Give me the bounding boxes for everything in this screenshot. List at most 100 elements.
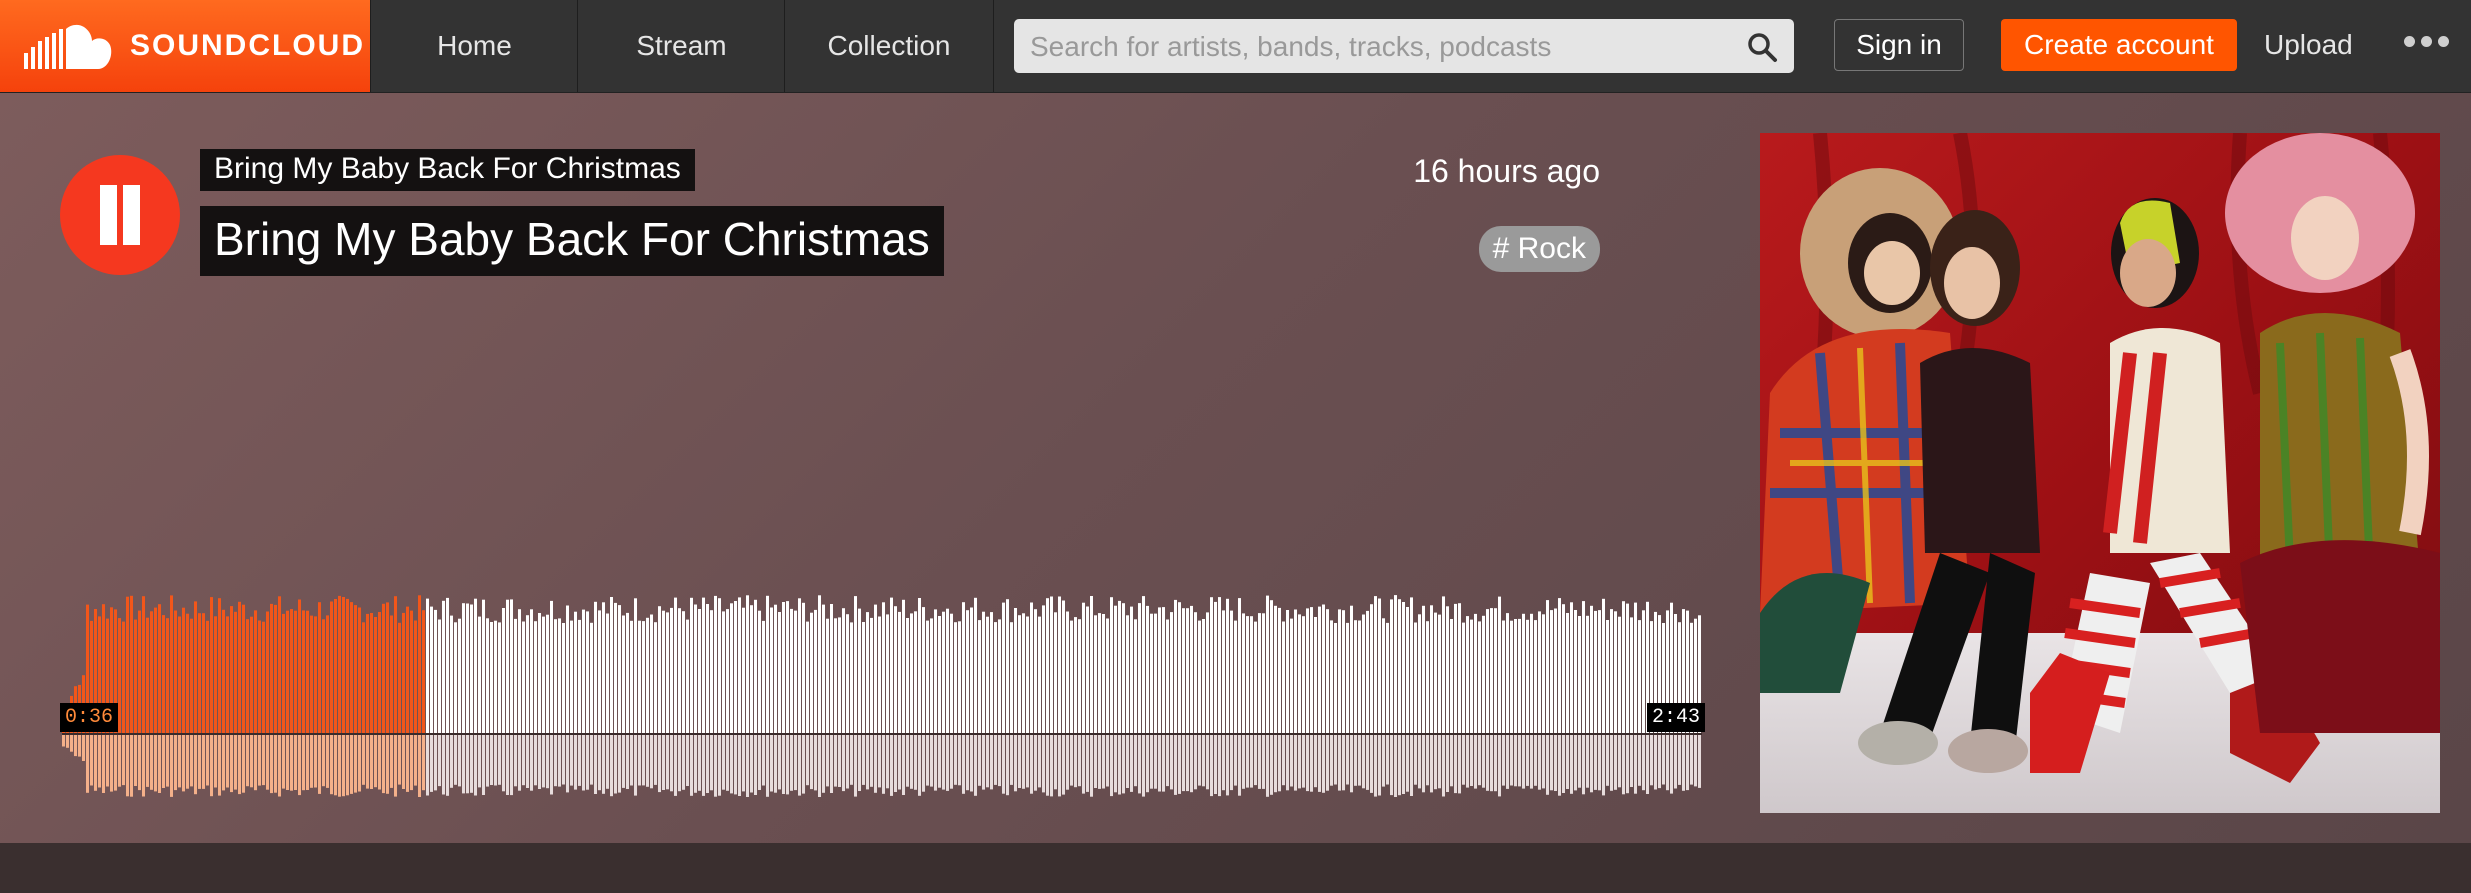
waveform-bar xyxy=(798,598,801,733)
waveform-reflection-bar xyxy=(1030,735,1033,794)
waveform-reflection-bar xyxy=(550,735,553,795)
waveform-bar xyxy=(1306,608,1309,733)
waveform-bar xyxy=(342,597,345,733)
waveform-bar xyxy=(1438,614,1441,733)
waveform-reflection-bar xyxy=(1634,735,1637,794)
waveform-reflection-bar xyxy=(318,735,321,794)
waveform-bar xyxy=(1258,613,1261,733)
waveform-reflection-bar xyxy=(946,735,949,791)
waveform-bar xyxy=(1486,609,1489,733)
waveform-bar xyxy=(950,613,953,733)
waveform-bar xyxy=(1134,619,1137,733)
waveform-bar xyxy=(1322,604,1325,733)
waveform-bar xyxy=(1334,623,1337,733)
waveform-bar xyxy=(1574,610,1577,733)
waveform-bar xyxy=(1042,605,1045,733)
waveform-reflection-bar xyxy=(986,735,989,788)
waveform-bar xyxy=(1138,603,1141,733)
waveform-bar xyxy=(878,616,881,733)
waveform-bar xyxy=(1582,601,1585,733)
waveform-bar xyxy=(1490,608,1493,733)
waveform-bar xyxy=(774,604,777,733)
waveform-reflection-bar xyxy=(830,735,833,793)
search-icon[interactable] xyxy=(1746,31,1778,63)
waveform-bar xyxy=(994,622,997,733)
waveform-bar xyxy=(162,615,165,733)
waveform-bar xyxy=(198,613,201,733)
waveform-bar xyxy=(566,605,569,733)
create-account-button[interactable]: Create account xyxy=(2001,19,2237,71)
waveform-reflection-bar xyxy=(1090,735,1093,797)
waveform-bar xyxy=(1326,609,1329,733)
waveform-reflection-bar xyxy=(402,735,405,789)
waveform-reflection-bar xyxy=(370,735,373,789)
genre-tag[interactable]: # Rock xyxy=(1478,226,1600,272)
waveform-reflection-bar xyxy=(1698,735,1701,788)
waveform-bar xyxy=(1370,604,1373,733)
upload-link[interactable]: Upload xyxy=(2264,19,2353,71)
waveform-bar xyxy=(570,620,573,733)
waveform-bar xyxy=(622,615,625,733)
waveform-bar xyxy=(450,615,453,733)
waveform-reflection-bar xyxy=(1682,735,1685,791)
waveform-reflection-bar xyxy=(578,735,581,786)
waveform-reflection-bar xyxy=(1470,735,1473,786)
waveform-bar xyxy=(1630,617,1633,733)
waveform-reflection-bar xyxy=(762,735,765,786)
waveform-reflection-bar xyxy=(1438,735,1441,789)
waveform-reflection-bar xyxy=(1510,735,1513,786)
waveform-reflection-bar xyxy=(510,735,513,796)
pause-button[interactable] xyxy=(60,155,180,275)
waveform-bar xyxy=(442,600,445,733)
nav-collection[interactable]: Collection xyxy=(784,0,994,92)
track-artist[interactable]: Bring My Baby Back For Christmas xyxy=(200,149,695,191)
waveform-bar xyxy=(246,619,249,733)
nav-home[interactable]: Home xyxy=(370,0,578,92)
waveform-reflection-bar xyxy=(142,735,145,797)
waveform-reflection-bar xyxy=(654,735,657,785)
waveform-reflection-bar xyxy=(1154,735,1157,789)
waveform-bar xyxy=(866,612,869,733)
waveform-reflection-bar xyxy=(1178,735,1181,794)
waveform-bar xyxy=(982,611,985,733)
waveform-bar xyxy=(1534,620,1537,733)
waveform-reflection-bar xyxy=(286,735,289,790)
waveform-bar xyxy=(130,595,133,733)
waveform-reflection-bar xyxy=(1234,735,1237,786)
waveform-bar xyxy=(930,618,933,733)
waveform-reflection-bar xyxy=(1298,735,1301,789)
waveform-reflection-bar xyxy=(858,735,861,791)
search-input[interactable] xyxy=(1014,19,1712,75)
waveform-bar xyxy=(374,617,377,733)
waveform-bar xyxy=(882,602,885,733)
nav-stream[interactable]: Stream xyxy=(577,0,785,92)
waveform-reflection-bar xyxy=(562,735,565,785)
waveform-reflection-bar xyxy=(330,735,333,795)
waveform-bar xyxy=(902,599,905,733)
waveform-reflection-bar xyxy=(202,735,205,789)
waveform-reflection-bar xyxy=(958,735,961,786)
waveform-reflection-bar xyxy=(862,735,865,785)
waveform-bar xyxy=(818,595,821,733)
waveform-bar xyxy=(1562,604,1565,733)
sign-in-button[interactable]: Sign in xyxy=(1834,19,1964,71)
waveform-reflection-bar xyxy=(494,735,497,786)
waveform-reflection-bar xyxy=(582,735,585,791)
waveform-reflection-bar xyxy=(322,735,325,787)
waveform-reflection-bar xyxy=(918,735,921,796)
soundcloud-logo[interactable]: SOUNDCLOUD xyxy=(0,0,370,92)
waveform-bar xyxy=(666,612,669,733)
more-icon[interactable] xyxy=(2404,36,2449,47)
waveform-reflection-bar xyxy=(662,735,665,790)
waveform-reflection-bar xyxy=(1042,735,1045,793)
waveform-reflection-bar xyxy=(1254,735,1257,786)
waveform-bar xyxy=(894,606,897,733)
waveform-bar xyxy=(514,618,517,733)
waveform-reflection-bar xyxy=(158,735,161,793)
waveform-reflection-bar xyxy=(1402,735,1405,794)
waveform-reflection-bar xyxy=(1074,735,1077,788)
waveform-bar xyxy=(126,596,129,733)
waveform-bar xyxy=(758,610,761,733)
waveform-reflection-bar xyxy=(1502,735,1505,786)
waveform[interactable] xyxy=(62,593,1702,893)
